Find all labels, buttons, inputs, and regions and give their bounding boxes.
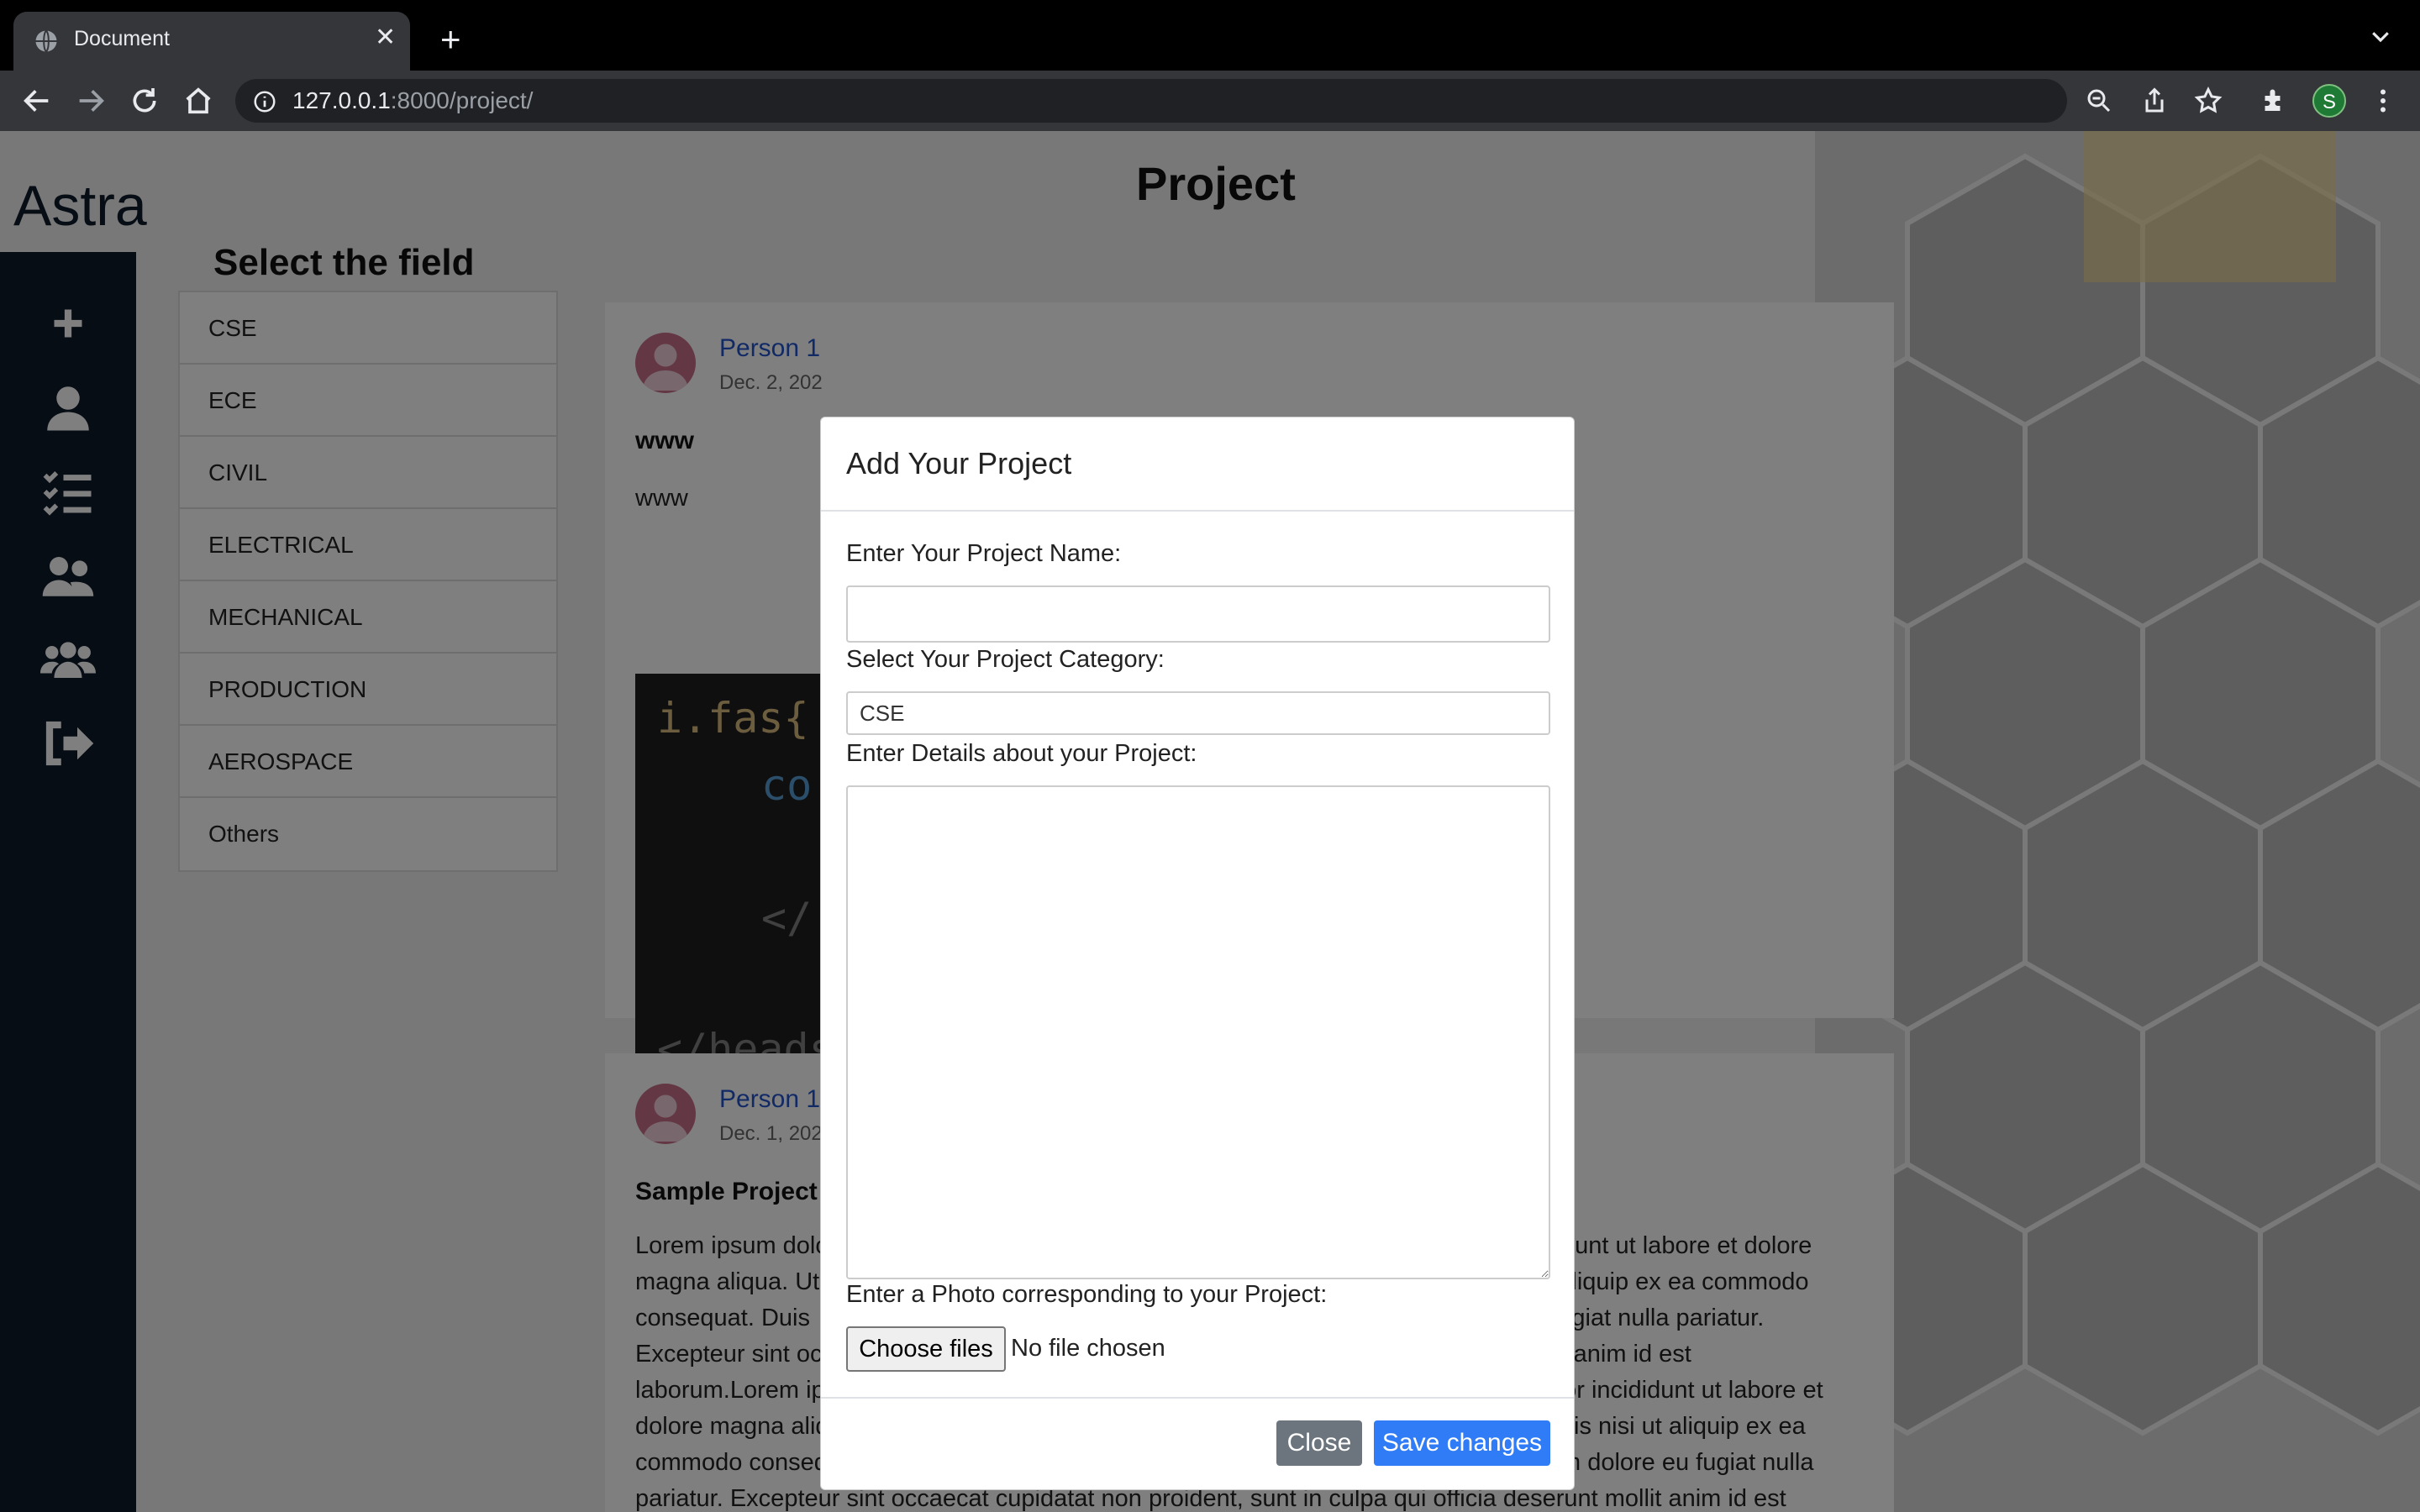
globe-icon [35,29,57,53]
profile-avatar[interactable]: S [2312,84,2346,118]
close-button[interactable]: Close [1276,1420,1362,1466]
project-details-label: Enter Details about your Project: [846,740,1197,767]
modal-header: Add Your Project [821,417,1574,512]
forward-arrow-icon[interactable] [74,84,108,118]
share-icon[interactable] [2139,86,2170,116]
address-bar-url: 127.0.0.1:8000/project/ [292,87,534,113]
modal-title: Add Your Project [846,446,1072,480]
reload-icon[interactable] [128,84,161,118]
tab-title: Document [74,27,170,50]
back-arrow-icon[interactable] [20,84,54,118]
choose-files-button[interactable]: Choose files [846,1326,1006,1372]
project-name-input[interactable] [846,585,1550,643]
project-photo-label: Enter a Photo corresponding to your Proj… [846,1281,1328,1308]
zoom-icon[interactable] [2084,86,2114,116]
chevron-down-icon[interactable] [2368,24,2393,49]
home-icon[interactable] [182,84,215,118]
kebab-menu-icon[interactable] [2368,86,2398,116]
project-category-select[interactable]: CSE [846,691,1550,735]
extensions-puzzle-icon[interactable] [2259,86,2289,116]
file-status: No file chosen [1011,1335,1165,1362]
bookmark-star-icon[interactable] [2193,86,2223,116]
add-project-modal: Add Your Project Enter Your Project Name… [820,417,1575,1490]
save-changes-button[interactable]: Save changes [1374,1420,1550,1466]
browser-tab[interactable] [13,12,410,71]
info-icon[interactable] [252,89,277,114]
close-tab-icon[interactable]: ✕ [375,25,396,50]
project-details-textarea[interactable] [846,785,1550,1279]
project-name-label: Enter Your Project Name: [846,540,1122,567]
new-tab-icon[interactable]: + [440,22,461,57]
project-category-label: Select Your Project Category: [846,646,1165,673]
page-viewport: Astra Project Select the field CSE ECE [0,131,2420,1512]
